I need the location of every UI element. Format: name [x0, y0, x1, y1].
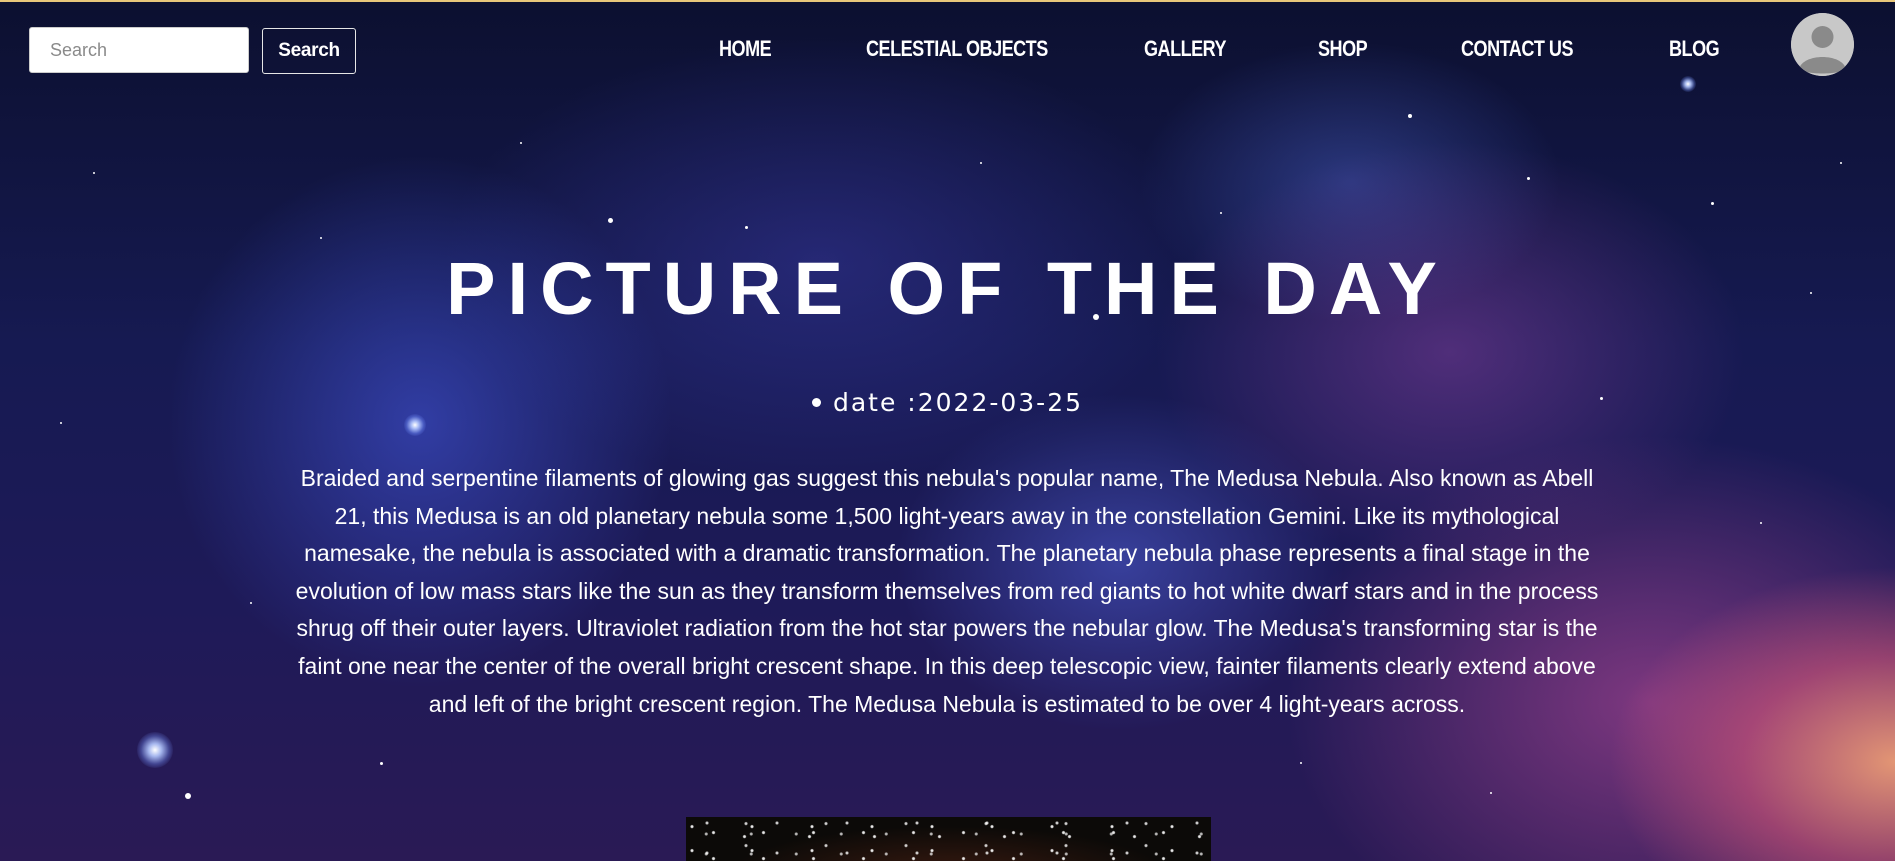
date-line: date :2022-03-25 — [0, 388, 1895, 417]
nav-home[interactable]: HOME — [719, 36, 772, 62]
nav-gallery[interactable]: GALLERY — [1144, 36, 1227, 62]
user-avatar-icon — [1791, 13, 1854, 76]
nav-blog[interactable]: BLOG — [1669, 36, 1720, 62]
picture-description: Braided and serpentine filaments of glow… — [295, 465, 1599, 717]
search-button[interactable]: Search — [262, 28, 356, 74]
nav-contact-us[interactable]: CONTACT US — [1461, 36, 1573, 62]
nav-celestial-objects[interactable]: CELESTIAL OBJECTS — [866, 36, 1048, 62]
nav-shop[interactable]: SHOP — [1318, 36, 1368, 62]
picture-of-the-day-image — [686, 817, 1211, 861]
picture-date: date :2022-03-25 — [832, 388, 1084, 417]
bullet-dot-icon — [811, 397, 821, 407]
page: Search HOME CELESTIAL OBJECTS GALLERY SH… — [0, 0, 1895, 861]
avatar[interactable] — [1791, 13, 1854, 76]
page-title: PICTURE OF THE DAY — [446, 247, 1449, 330]
search-input[interactable] — [29, 27, 249, 73]
